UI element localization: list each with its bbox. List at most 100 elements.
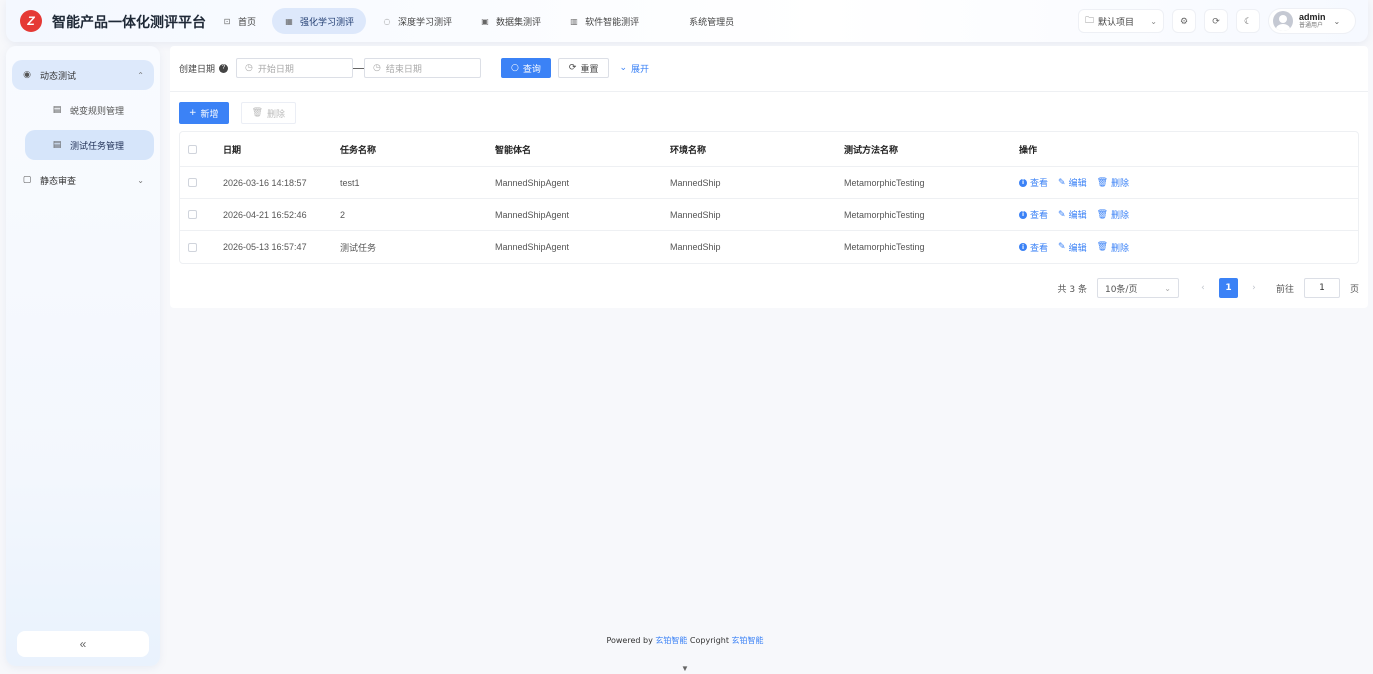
delete-label: 删除 [1111, 211, 1130, 221]
avatar [1273, 11, 1293, 31]
search-button-label: 查询 [522, 64, 541, 75]
prev-page-button[interactable]: ‹ [1197, 283, 1209, 293]
page-suffix: 页 [1349, 284, 1359, 295]
home-icon: ⊡ [223, 16, 231, 26]
batch-delete-button[interactable]: 🗑 删除 [240, 102, 297, 124]
add-button[interactable]: + 新增 [179, 102, 229, 124]
table-row: 2026-04-21 16:52:46 2 MannedShipAgent Ma… [180, 199, 1358, 231]
next-page-button[interactable]: › [1248, 283, 1260, 293]
edit-button[interactable]: ✎ 编辑 [1058, 208, 1087, 222]
delete-button[interactable]: 🗑 删除 [1096, 176, 1129, 190]
trash-icon: 🗑 [1096, 209, 1109, 220]
end-date-input[interactable]: ◷ 结束日期 [364, 58, 482, 78]
refresh-icon: ⟳ [568, 63, 577, 73]
gear-icon: ⚙ [1179, 15, 1189, 26]
sidebar: ◉ 动态测试 ⌃ ▤ 蜕变规则管理 ▤ 测试任务管理 ▢ 静态审查 ⌄ « [6, 46, 160, 666]
info-icon: i [1019, 243, 1027, 251]
nav-system-admin[interactable]: 系统管理员 [677, 8, 746, 34]
pagination: 共 3 条 10条/页 ⌄ ‹ 1 › 前往 1 页 [1058, 278, 1359, 298]
select-all-checkbox[interactable] [188, 144, 197, 154]
header-tools: 🗀 默认项目 ⌄ ⚙ ⟳ ☾ admin 普通用户 ⌄ [1078, 8, 1356, 34]
box-icon: ▣ [481, 16, 489, 26]
total-count: 共 3 条 [1057, 284, 1087, 295]
view-label: 查看 [1030, 179, 1049, 189]
expand-label: 展开 [631, 64, 650, 75]
nav-label: 强化学习测评 [300, 17, 355, 28]
edit-button[interactable]: ✎ 编辑 [1058, 241, 1087, 254]
start-date-input[interactable]: ◷ 开始日期 [236, 58, 354, 78]
nav-label: 系统管理员 [689, 17, 735, 28]
trash-icon: 🗑 [1096, 177, 1109, 188]
sidebar-group-static-review[interactable]: ▢ 静态审查 ⌄ [12, 165, 154, 195]
sidebar-item-label: 测试任务管理 [70, 141, 125, 152]
edit-icon: ✎ [1058, 209, 1066, 220]
nav-software-ai[interactable]: ▥ 软件智能测评 [557, 8, 651, 34]
cell-agent: MannedShipAgent [495, 209, 570, 220]
expand-link[interactable]: ⌄ 展开 [619, 62, 649, 75]
nav-home[interactable]: ⊡ 首页 [210, 8, 268, 34]
sidebar-collapse-button[interactable]: « [17, 631, 149, 657]
row-checkbox[interactable] [188, 178, 197, 187]
nav-dataset[interactable]: ▣ 数据集测评 [468, 8, 553, 34]
reset-button[interactable]: ⟳ 重置 [557, 58, 610, 78]
delete-button[interactable]: 🗑 删除 [1097, 241, 1129, 254]
scroll-down-icon[interactable]: ▼ [681, 664, 689, 673]
footer-brand-link[interactable]: 玄铂智能 [655, 636, 687, 645]
column-header: 任务名称 [340, 145, 377, 156]
row-checkbox[interactable] [188, 210, 197, 219]
play-circle-icon: ◉ [23, 70, 31, 80]
view-button[interactable]: i 查看 [1019, 176, 1048, 189]
chevron-down-icon: ⌄ [1333, 16, 1341, 26]
goto-page-input[interactable]: 1 [1303, 278, 1340, 298]
info-icon: i [1019, 178, 1027, 187]
clock-icon: ◷ [245, 63, 253, 73]
cell-env: MannedShip [670, 242, 721, 252]
column-header: 测试方法名称 [844, 145, 899, 156]
view-label: 查看 [1030, 211, 1049, 221]
cell-date: 2026-04-21 16:52:46 [223, 209, 307, 220]
project-select[interactable]: 🗀 默认项目 ⌄ [1078, 9, 1164, 33]
cell-date: 2026-03-16 14:18:57 [223, 177, 307, 188]
double-chevron-left-icon: « [79, 637, 87, 651]
view-label: 查看 [1030, 243, 1049, 254]
cell-task-name: test1 [340, 177, 360, 188]
page-size-select[interactable]: 10条/页 ⌄ [1096, 278, 1179, 298]
refresh-button[interactable]: ⟳ [1204, 9, 1228, 33]
sidebar-item-metamorphic-rules[interactable]: ▤ 蜕变规则管理 [25, 95, 154, 125]
delete-button[interactable]: 🗑 删除 [1096, 208, 1130, 222]
edit-label: 编辑 [1068, 243, 1087, 254]
nav-deep-learning[interactable]: ◌ 深度学习测评 [370, 8, 464, 34]
chevron-down-icon: ⌄ [1164, 283, 1171, 293]
sidebar-group-dynamic-test[interactable]: ◉ 动态测试 ⌃ [12, 60, 154, 90]
cell-method: MetamorphicTesting [844, 177, 925, 188]
row-checkbox[interactable] [188, 242, 197, 252]
sidebar-item-test-tasks[interactable]: ▤ 测试任务管理 [25, 130, 154, 160]
chevron-down-icon: ⌄ [137, 175, 144, 185]
footer-copyright: Copyright [689, 636, 729, 645]
footer-powered-by: Powered by [606, 636, 653, 645]
chevron-down-icon: ⌄ [1150, 16, 1157, 26]
edit-button[interactable]: ✎ 编辑 [1058, 176, 1087, 190]
view-button[interactable]: i 查看 [1019, 241, 1048, 254]
nav-label: 首页 [238, 17, 257, 28]
trash-icon: 🗑 [1096, 242, 1109, 252]
main-nav: ⊡ 首页 ▦ 强化学习测评 ◌ 深度学习测评 ▣ 数据集测评 ▥ 软件智能测评 … [210, 8, 750, 34]
footer-brand-link[interactable]: 玄铂智能 [732, 636, 764, 645]
theme-toggle-button[interactable]: ☾ [1236, 9, 1260, 33]
add-button-label: 新增 [200, 109, 219, 120]
table-header: 日期 任务名称 智能体名 环境名称 测试方法名称 操作 [180, 132, 1358, 167]
nav-reinforcement-learning[interactable]: ▦ 强化学习测评 [272, 8, 367, 34]
user-menu[interactable]: admin 普通用户 ⌄ [1268, 8, 1356, 34]
view-button[interactable]: i 查看 [1019, 208, 1048, 221]
chevron-up-icon: ⌃ [137, 70, 144, 80]
cell-task-name: 测试任务 [340, 242, 377, 253]
column-header: 日期 [223, 145, 242, 156]
search-button[interactable]: ○ 查询 [501, 58, 551, 78]
page-number-current[interactable]: 1 [1218, 278, 1238, 298]
nav-label: 深度学习测评 [398, 17, 453, 28]
settings-button[interactable]: ⚙ [1172, 9, 1196, 33]
start-date-placeholder: 开始日期 [257, 64, 294, 75]
question-icon[interactable]: ? [219, 63, 229, 73]
table-icon: ▥ [570, 16, 578, 26]
app-logo[interactable]: Z [20, 10, 42, 32]
